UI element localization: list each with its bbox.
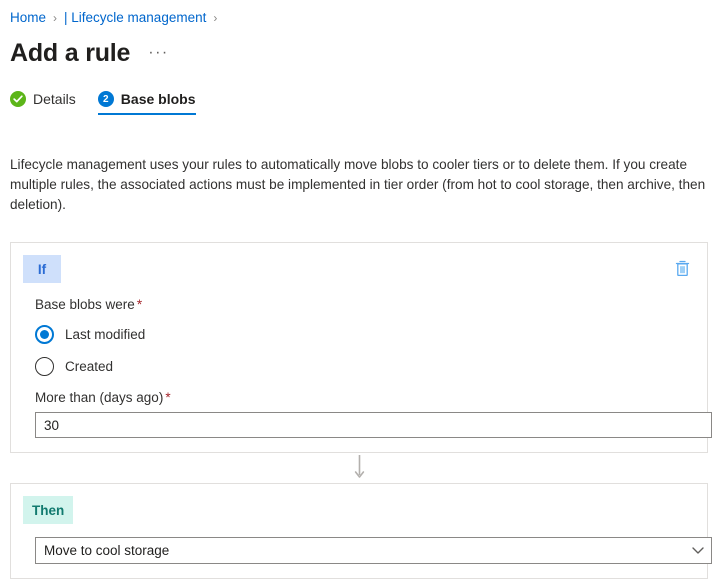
breadcrumb: Home › | Lifecycle management › (0, 0, 718, 27)
trash-icon[interactable] (671, 257, 693, 279)
if-condition-card: If Base blobs were* Last modified Create… (10, 242, 708, 453)
tab-base-blobs[interactable]: 2 Base blobs (98, 91, 196, 115)
more-options-icon[interactable]: ··· (148, 45, 168, 61)
required-marker: * (137, 297, 142, 312)
action-select-wrapper: Move to cool storage (35, 537, 712, 564)
radio-last-modified-label: Last modified (65, 327, 145, 342)
card-connector (10, 453, 708, 483)
more-than-days-ago-label-text: More than (days ago) (35, 390, 163, 405)
days-ago-input[interactable] (35, 412, 712, 438)
action-select-value: Move to cool storage (44, 543, 169, 558)
breadcrumb-item-lifecycle-management[interactable]: | Lifecycle management (64, 9, 206, 27)
if-card-header: If (23, 255, 695, 283)
step-number-badge: 2 (98, 91, 114, 107)
required-marker: * (165, 390, 170, 405)
breadcrumb-item-home[interactable]: Home (10, 9, 46, 27)
more-than-days-ago-label: More than (days ago)* (35, 390, 695, 405)
action-select[interactable]: Move to cool storage (35, 537, 712, 564)
arrow-down-icon (354, 455, 365, 481)
wizard-tabs: Details 2 Base blobs (0, 69, 718, 123)
base-blobs-were-label: Base blobs were* (35, 297, 695, 312)
breadcrumb-separator-icon: › (213, 9, 217, 27)
page-title: Add a rule (10, 37, 130, 69)
rule-builder: If Base blobs were* Last modified Create… (0, 228, 718, 579)
radio-last-modified[interactable]: Last modified (35, 325, 145, 344)
then-action-card: Then Move to cool storage (10, 483, 708, 579)
tab-details[interactable]: Details (10, 91, 76, 115)
tab-details-label: Details (33, 91, 76, 107)
breadcrumb-separator-icon: › (53, 9, 57, 27)
if-chip-label: If (23, 255, 61, 283)
page-description: Lifecycle management uses your rules to … (0, 137, 718, 215)
radio-created[interactable]: Created (35, 357, 113, 376)
radio-created-label: Created (65, 359, 113, 374)
radio-button-icon[interactable] (35, 357, 54, 376)
check-circle-icon (10, 91, 26, 107)
base-blobs-were-label-text: Base blobs were (35, 297, 135, 312)
page-header: Add a rule ··· (0, 27, 718, 69)
radio-button-icon[interactable] (35, 325, 54, 344)
tab-base-blobs-label: Base blobs (121, 91, 196, 107)
